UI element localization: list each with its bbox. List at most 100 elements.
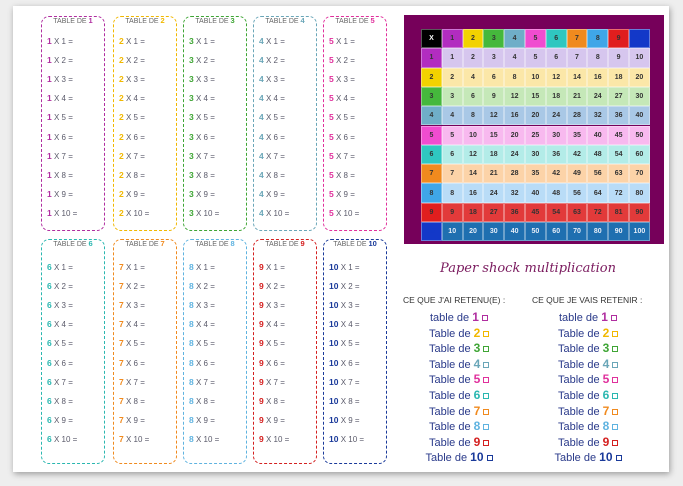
table-line: 8 X 2 = — [189, 281, 215, 292]
checklist-item: Table de 7 — [429, 404, 490, 418]
table-line-rest: X 1 = — [333, 37, 355, 46]
table-card-title: TABLE DE 10 — [324, 233, 386, 251]
grid-cell: 9 — [608, 48, 629, 68]
grid-cell: 80 — [629, 183, 650, 203]
checkbox-icon[interactable] — [612, 346, 619, 353]
checklist-item: Table de 8 — [558, 419, 619, 434]
grid-cell: 60 — [629, 144, 650, 165]
grid-cell: 21 — [566, 86, 588, 107]
table-line-rest: X 3 = — [333, 75, 355, 85]
table-line-rest: X 8 = — [123, 170, 145, 180]
table-line: 5 X 5 = — [329, 112, 355, 123]
checkbox-icon[interactable] — [615, 455, 622, 462]
table-line-rest: X 8 = — [51, 396, 73, 406]
checklist-label: Table de — [429, 390, 474, 402]
table-line-rest: X 1 = — [263, 263, 285, 272]
table-line-rest: X 7 = — [338, 377, 360, 387]
checkbox-icon[interactable] — [481, 315, 488, 322]
checkbox-icon[interactable] — [612, 330, 619, 337]
checklist-item: Table de 6 — [429, 388, 490, 402]
checkbox-icon[interactable] — [612, 439, 619, 446]
table-line-rest: X 4 = — [263, 94, 285, 104]
checklist-item: Table de 2 — [558, 325, 619, 340]
grid-cell: 4 — [462, 67, 484, 87]
grid-cell: 9 — [441, 202, 463, 222]
table-line-rest: X 9 = — [263, 415, 285, 425]
grid-cell: 2 — [462, 48, 484, 68]
grid-cell: 16 — [504, 106, 525, 126]
table-line: 3 X 4 = — [189, 93, 215, 104]
grid-cell: 18 — [462, 202, 484, 222]
checkbox-icon[interactable] — [486, 455, 493, 462]
table-line: 7 X 5 = — [119, 338, 145, 349]
table-line: 1 X 7 = — [47, 151, 73, 162]
table-line: 4 X 6 = — [259, 132, 285, 143]
grid-cell: 16 — [587, 67, 609, 87]
table-card-title-text: TABLE DE 5 — [333, 16, 377, 25]
table-line: 2 X 3 = — [119, 74, 145, 85]
table-card-title: TABLE DE 8 — [184, 233, 246, 251]
grid-cell: 15 — [483, 125, 505, 145]
table-line-rest: X 7 = — [123, 151, 145, 161]
checkbox-icon[interactable] — [612, 408, 619, 415]
checkbox-icon[interactable] — [612, 424, 619, 431]
table-line: 9 X 4 = — [259, 319, 285, 330]
checkbox-icon[interactable] — [483, 424, 490, 431]
table-line: 3 X 3 = — [189, 74, 215, 85]
checklist-label: Table de — [429, 436, 474, 449]
checkbox-icon[interactable] — [483, 377, 490, 384]
to-retain-heading: CE QUE JE VAIS RETENIR : — [532, 295, 643, 305]
checklist-number: 4 — [602, 356, 610, 371]
grid-row-head-cell: 3 — [421, 86, 442, 107]
table-line-rest: X 3 = — [51, 75, 73, 85]
table-line: 1 X 8 = — [47, 170, 73, 181]
table-card-title: TABLE DE 9 — [254, 233, 316, 251]
grid-cell: 50 — [629, 125, 650, 145]
table-card-8: TABLE DE 88 X 1 = 8 X 2 = 8 X 3 = 8 X 4 = 8 … — [183, 239, 247, 464]
table-line-rest: X 9 = — [51, 415, 73, 425]
table-line-rest: X 4 = — [193, 320, 215, 330]
grid-cell: 35 — [525, 164, 546, 184]
table-line-rest: X 2 = — [51, 282, 73, 292]
checkbox-icon[interactable] — [612, 393, 619, 400]
grid-cell: 10 — [462, 125, 484, 145]
checklist-number: 8 — [602, 419, 610, 434]
checklist-number: 2 — [602, 325, 610, 340]
checkbox-icon[interactable] — [483, 330, 490, 337]
table-line-rest: X 3 = — [193, 75, 215, 85]
grid-cell: 48 — [545, 183, 567, 203]
checkbox-icon[interactable] — [483, 393, 490, 400]
checkbox-icon[interactable] — [483, 439, 490, 446]
table-line-rest: X 7 = — [333, 151, 355, 161]
table-line: 8 X 10 = — [189, 434, 219, 445]
grid-header-cell: 2 — [462, 29, 484, 49]
table-card-title-text: TABLE DE 6 — [51, 239, 95, 248]
table-line: 10 X 3 = — [329, 300, 360, 311]
grid-row-head-cell: 5 — [421, 125, 442, 145]
table-card-title-number: 6 — [88, 239, 93, 248]
table-line: 4 X 1 = — [259, 36, 285, 47]
grid-cell: 8 — [462, 106, 484, 126]
checklist-label: Table de — [429, 405, 474, 418]
table-line: 5 X 3 = — [329, 74, 355, 85]
grid-cell: 20 — [504, 125, 525, 145]
grid-cell: 35 — [566, 125, 588, 145]
checklist-item: Table de 7 — [558, 404, 619, 418]
checkbox-icon[interactable] — [483, 361, 490, 368]
checkbox-icon[interactable] — [483, 346, 490, 353]
table-line: 1 X 4 = — [47, 93, 73, 104]
table-line-rest: X 9 = — [51, 189, 73, 199]
table-line: 2 X 2 = — [119, 55, 145, 66]
table-line-rest: X 1 = — [193, 37, 215, 46]
checkbox-icon[interactable] — [612, 361, 619, 368]
table-line: 8 X 8 = — [189, 396, 215, 407]
checkbox-icon[interactable] — [483, 408, 490, 415]
grid-row-head-cell: 10 — [421, 222, 442, 242]
checkbox-icon[interactable] — [610, 315, 617, 322]
table-line-rest: X 5 = — [338, 339, 360, 349]
table-card-9: TABLE DE 99 X 1 = 9 X 2 = 9 X 3 = 9 X 4 = 9 … — [253, 239, 317, 464]
grid-cell: 1 — [441, 48, 463, 68]
grid-cell: 6 — [462, 86, 484, 107]
table-card-5: TABLE DE 55 X 1 = 5 X 2 = 5 X 3 = 5 X 4 = 5 … — [323, 16, 387, 231]
checkbox-icon[interactable] — [612, 377, 619, 384]
